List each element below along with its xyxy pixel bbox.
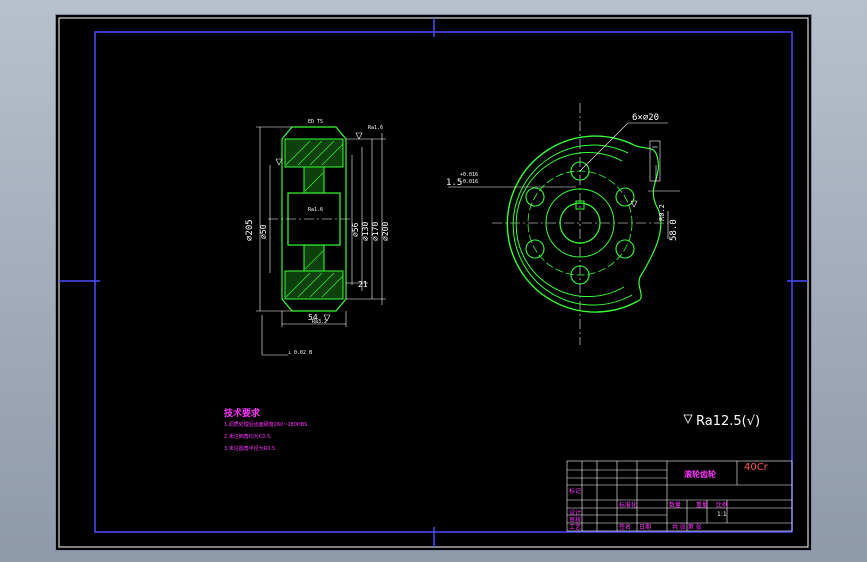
holes-callout: 6×⌀20 xyxy=(632,113,659,123)
tb-standard: 标准化 xyxy=(619,502,638,509)
tb-scale: 比例 xyxy=(716,502,729,509)
tb-date: 日期 xyxy=(639,524,652,531)
front-leaders xyxy=(448,122,680,239)
dim-r02: R0.2 xyxy=(658,204,666,221)
tb-qty: 数量 xyxy=(669,502,682,509)
tech-req-item-1: 1.调质处理后齿面硬度260~280HBS, xyxy=(224,422,309,428)
rim-arc xyxy=(515,152,625,298)
tech-req-item-2: 2.未注倒角均为C0.5, xyxy=(224,434,272,440)
tb-ratio: 1:1 xyxy=(717,511,727,518)
tb-approve: 工艺 xyxy=(569,524,582,531)
inner-border xyxy=(94,31,793,533)
dim-d200: ⌀200 xyxy=(381,222,390,241)
general-roughness-text: Ra12.5(√) xyxy=(696,414,760,429)
dim-d56: ⌀56 xyxy=(351,222,360,237)
roughness-bottom: Ra3.2 xyxy=(312,319,327,325)
dim-d205: ⌀205 xyxy=(245,219,255,241)
position-tolerance: ⊥ 0.02 B xyxy=(288,350,312,356)
gear-tip-arc xyxy=(506,135,639,313)
tb-sign: 签名 xyxy=(619,524,632,531)
tb-mark: 标记 xyxy=(569,488,582,495)
dim-58: 58.0 xyxy=(669,219,679,241)
tech-req-item-3: 3.未注圆角半径为R0.5. xyxy=(224,446,277,452)
tech-req-title: 技术要求 xyxy=(224,409,261,419)
part-name: 滚轮齿轮 xyxy=(684,470,716,479)
dim-d170: ⌀170 xyxy=(371,222,380,241)
outer-frame xyxy=(58,17,809,548)
tb-design: 设计 xyxy=(569,510,582,517)
roughness-mid: Ra1.6 xyxy=(308,207,323,213)
front-view: 6×⌀20 1.5 +0.016 -0.016 58.0 R0.2 xyxy=(446,103,680,345)
dim-d130: ⌀130 xyxy=(361,222,370,241)
bolt-circle xyxy=(527,170,633,276)
tb-weight: 重量 xyxy=(696,502,709,509)
dim-w21: 21 xyxy=(358,280,368,289)
dim-d50: ⌀50 xyxy=(259,224,268,239)
dim-top-tolerance: ED T5 xyxy=(308,119,323,125)
key-tol-lower: -0.016 xyxy=(460,179,478,185)
roughness-top: Ra1.6 xyxy=(368,125,383,131)
material: 40Cr xyxy=(744,462,768,473)
tb-check: 审核 xyxy=(569,517,582,524)
key-tol-upper: +0.016 xyxy=(460,172,478,178)
drawing-sheet[interactable]: ⌀205 ⌀50 ⌀56 ⌀130 ⌀170 ⌀200 54 21 ED T5 … xyxy=(55,14,812,551)
tb-sheet: 共 张 第 张 xyxy=(672,524,702,531)
section-view: ⌀205 ⌀50 ⌀56 ⌀130 ⌀170 ⌀200 54 21 ED T5 … xyxy=(245,119,390,356)
general-roughness-note: Ra12.5(√) xyxy=(683,414,760,429)
